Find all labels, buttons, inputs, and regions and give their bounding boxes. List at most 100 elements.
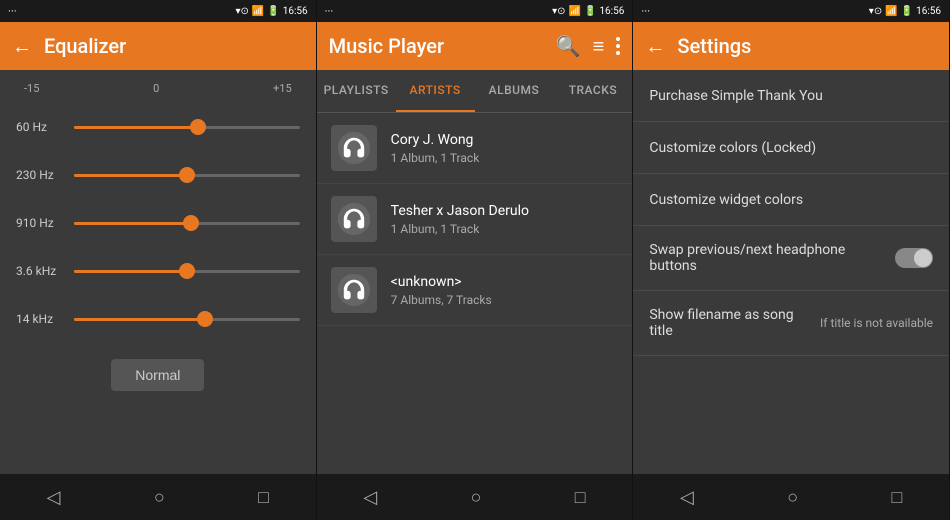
settings-swap-buttons[interactable]: Swap previous/next headphone buttons <box>633 226 949 291</box>
eq-nav-bar: ◁ ○ □ <box>0 474 316 520</box>
eq-scale: -15 0 +15 <box>16 82 300 95</box>
search-icon[interactable]: 🔍 <box>556 34 581 58</box>
artist-list: Cory J. Wong 1 Album, 1 Track Tesher x J… <box>317 113 633 474</box>
eq-toolbar: ← Equalizer <box>0 22 316 70</box>
mp-status-left: ··· <box>325 5 334 18</box>
eq-label-910hz: 910 Hz <box>16 216 66 230</box>
swap-buttons-toggle[interactable] <box>895 248 933 268</box>
more-options-icon[interactable] <box>616 37 620 55</box>
mp-title: Music Player <box>329 34 544 58</box>
st-nav-home-icon[interactable]: ○ <box>787 487 798 508</box>
eq-band-910hz: 910 Hz <box>16 199 300 247</box>
settings-widget-colors[interactable]: Customize widget colors <box>633 174 949 226</box>
eq-back-button[interactable]: ← <box>12 34 32 59</box>
mp-status-time: 16:56 <box>599 6 624 17</box>
mp-nav-back-icon[interactable]: ◁ <box>363 487 377 508</box>
artist-meta-3: 7 Albums, 7 Tracks <box>391 293 492 307</box>
mp-status-bar: ··· ▾⊙ 📶 🔋 16:56 <box>317 0 633 22</box>
mp-nav-bar: ◁ ○ □ <box>317 474 633 520</box>
settings-swap-text: Swap previous/next headphone buttons <box>649 242 895 274</box>
eq-band-14khz: 14 kHz <box>16 295 300 343</box>
settings-purchase-text: Purchase Simple Thank You <box>649 88 933 104</box>
artist-info-3: <unknown> 7 Albums, 7 Tracks <box>391 274 492 307</box>
tab-tracks[interactable]: TRACKS <box>553 70 632 112</box>
st-toolbar: ← Settings <box>633 22 949 70</box>
eq-preset-button[interactable]: Normal <box>111 359 204 391</box>
eq-status-time: 16:56 <box>283 6 308 17</box>
eq-scale-min: -15 <box>24 82 39 95</box>
artist-item-1[interactable]: Cory J. Wong 1 Album, 1 Track <box>317 113 633 184</box>
eq-status-icons: ▾⊙ 📶 🔋 16:56 <box>235 6 307 17</box>
mp-signal-icon: 📶 <box>569 6 581 17</box>
eq-band-60hz: 60 Hz <box>16 103 300 151</box>
eq-slider-14khz[interactable] <box>74 318 300 321</box>
artist-item-2[interactable]: Tesher x Jason Derulo 1 Album, 1 Track <box>317 184 633 255</box>
equalizer-panel: ··· ▾⊙ 📶 🔋 16:56 ← Equalizer -15 0 +15 6… <box>0 0 317 520</box>
mp-toolbar: Music Player 🔍 ≡ <box>317 22 633 70</box>
eq-band-36khz: 3.6 kHz <box>16 247 300 295</box>
settings-content: Purchase Simple Thank You Customize colo… <box>633 70 949 474</box>
st-nav-back-icon[interactable]: ◁ <box>680 487 694 508</box>
mp-nav-home-icon[interactable]: ○ <box>471 487 482 508</box>
tab-playlists[interactable]: PLAYLISTS <box>317 70 396 112</box>
st-signal-icon: 📶 <box>885 6 897 17</box>
settings-customize-colors-text: Customize colors (Locked) <box>649 140 933 156</box>
artist-item-3[interactable]: <unknown> 7 Albums, 7 Tracks <box>317 255 633 326</box>
st-wifi-icon: ▾⊙ <box>869 6 882 17</box>
st-battery-icon: 🔋 <box>901 6 913 17</box>
eq-slider-36khz[interactable] <box>74 270 300 273</box>
tab-albums[interactable]: ALBUMS <box>475 70 554 112</box>
artist-name-2: Tesher x Jason Derulo <box>391 203 529 219</box>
st-status-time: 16:56 <box>916 6 941 17</box>
eq-nav-recent-icon[interactable]: □ <box>258 487 269 508</box>
mp-nav-recent-icon[interactable]: □ <box>575 487 586 508</box>
settings-purchase[interactable]: Purchase Simple Thank You <box>633 70 949 122</box>
tab-artists[interactable]: ARTISTS <box>396 70 475 112</box>
artist-info-1: Cory J. Wong 1 Album, 1 Track <box>391 132 480 165</box>
artist-avatar-3 <box>331 267 377 313</box>
settings-widget-colors-text: Customize widget colors <box>649 192 933 208</box>
artist-info-2: Tesher x Jason Derulo 1 Album, 1 Track <box>391 203 529 236</box>
artist-name-3: <unknown> <box>391 274 492 290</box>
st-nav-bar: ◁ ○ □ <box>633 474 949 520</box>
st-status-bar: ··· ▾⊙ 📶 🔋 16:56 <box>633 0 949 22</box>
st-nav-recent-icon[interactable]: □ <box>891 487 902 508</box>
eq-label-230hz: 230 Hz <box>16 168 66 182</box>
artist-avatar-2 <box>331 196 377 242</box>
artist-name-1: Cory J. Wong <box>391 132 480 148</box>
settings-filename-sub: If title is not available <box>820 316 933 330</box>
eq-nav-back-icon[interactable]: ◁ <box>47 487 61 508</box>
eq-title: Equalizer <box>44 34 304 58</box>
eq-scale-max: +15 <box>273 82 292 95</box>
st-status-left: ··· <box>641 5 650 18</box>
settings-panel: ··· ▾⊙ 📶 🔋 16:56 ← Settings Purchase Sim… <box>633 0 950 520</box>
eq-band-230hz: 230 Hz <box>16 151 300 199</box>
settings-filename[interactable]: Show filename as song title If title is … <box>633 291 949 356</box>
mp-wifi-icon: ▾⊙ <box>552 6 565 17</box>
mp-battery-icon: 🔋 <box>584 6 596 17</box>
eq-slider-60hz[interactable] <box>74 126 300 129</box>
eq-nav-home-icon[interactable]: ○ <box>154 487 165 508</box>
artist-meta-2: 1 Album, 1 Track <box>391 222 529 236</box>
signal-icon: 📶 <box>252 6 264 17</box>
st-status-icons: ▾⊙ 📶 🔋 16:56 <box>869 6 941 17</box>
toggle-knob <box>914 249 932 267</box>
eq-slider-910hz[interactable] <box>74 222 300 225</box>
settings-customize-colors[interactable]: Customize colors (Locked) <box>633 122 949 174</box>
eq-slider-230hz[interactable] <box>74 174 300 177</box>
mp-status-icons: ▾⊙ 📶 🔋 16:56 <box>552 6 624 17</box>
st-title: Settings <box>677 34 937 58</box>
eq-scale-mid: 0 <box>153 82 159 95</box>
mp-tabs: PLAYLISTS ARTISTS ALBUMS TRACKS <box>317 70 633 113</box>
eq-label-60hz: 60 Hz <box>16 120 66 134</box>
st-back-button[interactable]: ← <box>645 34 665 59</box>
battery-icon: 🔋 <box>267 6 279 17</box>
eq-label-14khz: 14 kHz <box>16 312 66 326</box>
music-player-panel: ··· ▾⊙ 📶 🔋 16:56 Music Player 🔍 ≡ PLAYLI… <box>317 0 634 520</box>
settings-filename-text: Show filename as song title <box>649 307 820 339</box>
eq-label-36khz: 3.6 kHz <box>16 264 66 278</box>
wifi-icon: ▾⊙ <box>235 6 248 17</box>
artist-meta-1: 1 Album, 1 Track <box>391 151 480 165</box>
eq-status-left: ··· <box>8 5 17 18</box>
filter-icon[interactable]: ≡ <box>593 34 605 59</box>
